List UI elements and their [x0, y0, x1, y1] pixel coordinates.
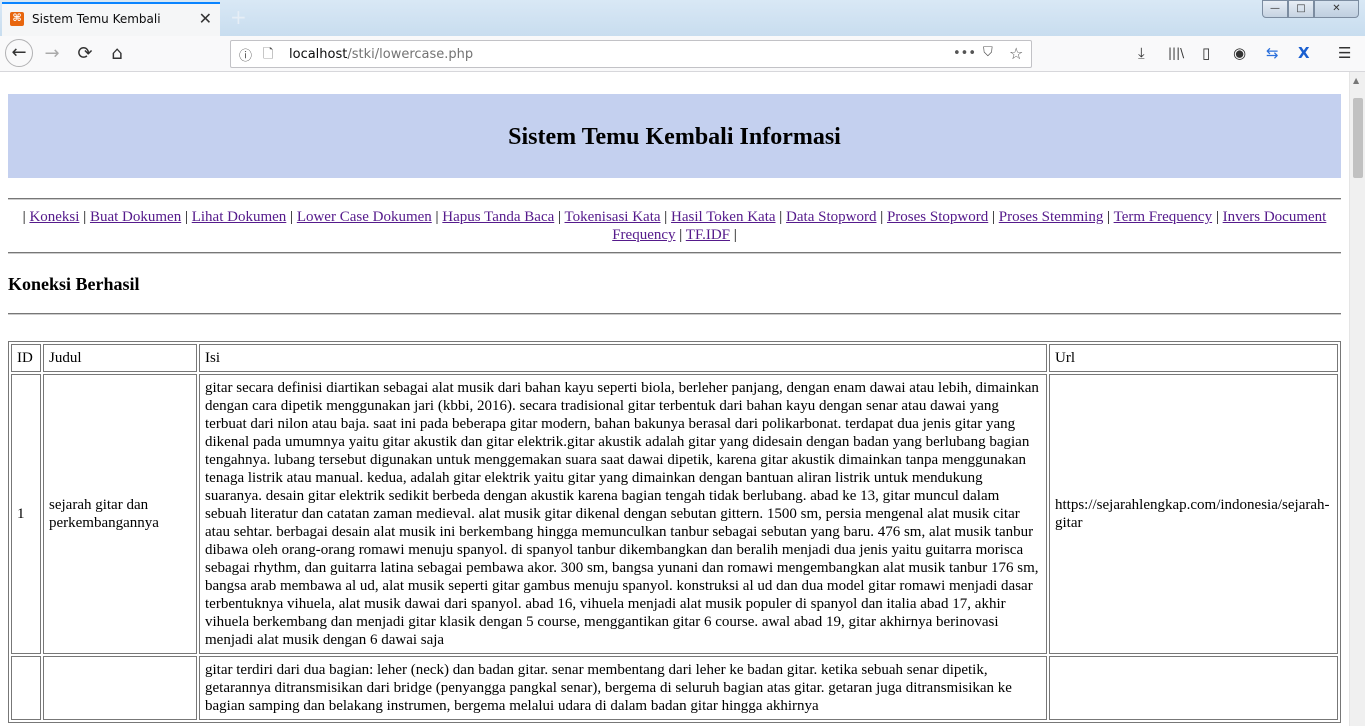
- documents-table: ID Judul Isi Url 1 sejarah gitar dan per…: [8, 341, 1341, 723]
- divider: [8, 252, 1341, 254]
- download-icon[interactable]: ⤓: [1138, 44, 1145, 62]
- url-path: /stki/lowercase.php: [347, 47, 474, 62]
- pocket-icon[interactable]: ⛉: [983, 45, 993, 60]
- nav-menu: | Koneksi | Buat Dokumen | Lihat Dokumen…: [8, 208, 1341, 244]
- menu-separator: |: [290, 209, 294, 225]
- menu-separator: |: [880, 209, 884, 225]
- menu-link-hapus-tanda-baca[interactable]: Hapus Tanda Baca: [442, 209, 554, 225]
- title-bar: ⌘ Sistem Temu Kembali ✕ + — □ ✕: [0, 0, 1365, 36]
- column-header-url: Url: [1049, 344, 1338, 372]
- minimize-button[interactable]: —: [1262, 0, 1288, 18]
- close-window-button[interactable]: ✕: [1314, 0, 1359, 18]
- vertical-scrollbar[interactable]: ▲: [1349, 72, 1365, 726]
- cell-id: [11, 656, 41, 720]
- menu-link-tokenisasi-kata[interactable]: Tokenisasi Kata: [565, 209, 661, 225]
- divider: [8, 313, 1341, 315]
- menu-icon[interactable]: ☰: [1338, 44, 1351, 62]
- cell-judul: sejarah gitar dan perkembangannya: [43, 374, 197, 654]
- url-host: localhost: [289, 47, 348, 62]
- menu-link-lower-case-dokumen[interactable]: Lower Case Dokumen: [297, 209, 432, 225]
- navigation-toolbar: ← → ⟳ ⌂ ⓘ 🗋 localhost/stki/lowercase.php…: [0, 36, 1365, 72]
- menu-separator: |: [779, 209, 783, 225]
- menu-separator: |: [679, 227, 683, 243]
- cell-judul: [43, 656, 197, 720]
- page-header: Sistem Temu Kembali Informasi: [8, 94, 1341, 178]
- translate-icon[interactable]: ⇆: [1266, 44, 1279, 62]
- scrollbar-thumb[interactable]: [1353, 98, 1363, 178]
- cell-id: 1: [11, 374, 41, 654]
- url-bar[interactable]: ⓘ 🗋 localhost/stki/lowercase.php ••• ⛉ ☆: [230, 40, 1032, 68]
- menu-link-hasil-token-kata[interactable]: Hasil Token Kata: [671, 209, 775, 225]
- url-text[interactable]: localhost/stki/lowercase.php: [289, 47, 473, 62]
- maximize-button[interactable]: □: [1288, 0, 1314, 18]
- menu-separator: |: [664, 209, 668, 225]
- close-tab-icon[interactable]: ✕: [199, 9, 212, 28]
- connection-status: Koneksi Berhasil: [8, 274, 140, 294]
- bookmark-star-icon[interactable]: ☆: [1009, 44, 1023, 63]
- menu-link-data-stopword[interactable]: Data Stopword: [786, 209, 876, 225]
- menu-separator: |: [733, 227, 737, 243]
- forward-icon[interactable]: →: [38, 40, 66, 68]
- column-header-judul: Judul: [43, 344, 197, 372]
- browser-tab[interactable]: ⌘ Sistem Temu Kembali ✕: [2, 2, 220, 36]
- new-tab-icon[interactable]: +: [230, 5, 247, 29]
- menu-link-koneksi[interactable]: Koneksi: [29, 209, 79, 225]
- menu-link-lihat-dokumen[interactable]: Lihat Dokumen: [192, 209, 287, 225]
- scroll-up-icon[interactable]: ▲: [1353, 76, 1359, 85]
- column-header-isi: Isi: [199, 344, 1047, 372]
- account-icon[interactable]: ◉: [1233, 44, 1246, 62]
- menu-separator: |: [435, 209, 439, 225]
- menu-link-tf-idf[interactable]: TF.IDF: [686, 227, 730, 243]
- menu-link-proses-stemming[interactable]: Proses Stemming: [999, 209, 1104, 225]
- menu-separator: |: [22, 209, 26, 225]
- cell-url: [1049, 656, 1338, 720]
- table-row: 1 sejarah gitar dan perkembangannya gita…: [11, 374, 1338, 654]
- back-icon[interactable]: ←: [5, 39, 33, 67]
- url-text: https://sejarahlengkap.com/indonesia/sej…: [1055, 497, 1330, 531]
- column-header-id: ID: [11, 344, 41, 372]
- menu-separator: |: [1107, 209, 1111, 225]
- cell-isi: gitar terdiri dari dua bagian: leher (ne…: [199, 656, 1047, 720]
- xampp-favicon-icon: ⌘: [10, 12, 24, 26]
- home-icon[interactable]: ⌂: [103, 40, 131, 68]
- page-actions-icon[interactable]: •••: [953, 46, 976, 61]
- page-title: Sistem Temu Kembali Informasi: [508, 124, 841, 150]
- menu-separator: |: [1215, 209, 1219, 225]
- menu-separator: |: [558, 209, 562, 225]
- menu-link-buat-dokumen[interactable]: Buat Dokumen: [90, 209, 181, 225]
- divider: [8, 198, 1341, 200]
- library-icon[interactable]: |||\: [1168, 46, 1184, 60]
- tab-title: Sistem Temu Kembali: [32, 12, 161, 26]
- menu-separator: |: [184, 209, 188, 225]
- menu-link-proses-stopword[interactable]: Proses Stopword: [887, 209, 988, 225]
- menu-link-term-frequency[interactable]: Term Frequency: [1114, 209, 1213, 225]
- page-icon: 🗋: [263, 47, 274, 62]
- site-info-icon[interactable]: ⓘ: [239, 45, 252, 64]
- cell-isi: gitar secara definisi diartikan sebagai …: [199, 374, 1047, 654]
- table-row: gitar terdiri dari dua bagian: leher (ne…: [11, 656, 1338, 720]
- cell-url: https://sejarahlengkap.com/indonesia/sej…: [1049, 374, 1338, 654]
- menu-separator: |: [991, 209, 995, 225]
- menu-separator: |: [83, 209, 87, 225]
- reload-icon[interactable]: ⟳: [71, 40, 99, 68]
- extension-icon[interactable]: X: [1298, 44, 1310, 62]
- sidebar-icon[interactable]: ▯: [1202, 44, 1210, 62]
- page-content: Sistem Temu Kembali Informasi | Koneksi …: [0, 72, 1349, 726]
- table-header-row: ID Judul Isi Url: [11, 344, 1338, 372]
